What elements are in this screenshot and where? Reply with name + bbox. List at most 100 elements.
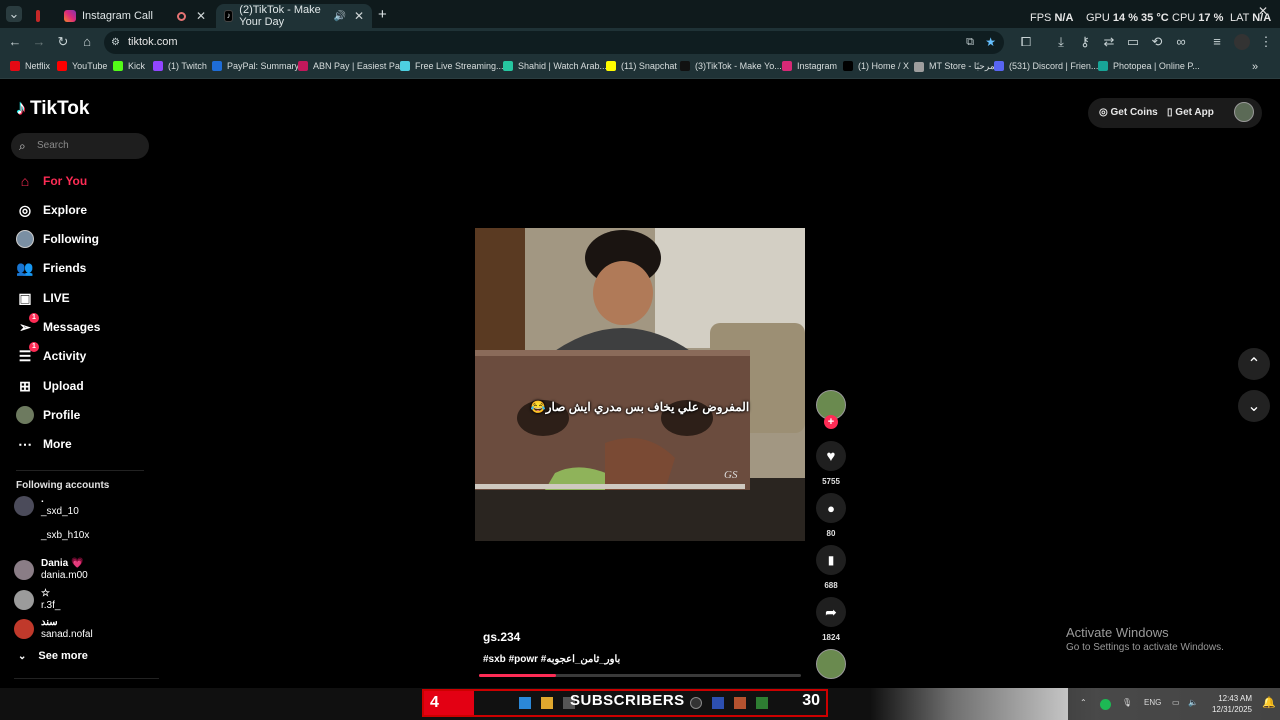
get-app-button[interactable]: ▯ Get App xyxy=(1167,107,1214,118)
bookmark-label: ABN Pay | Easiest Pa... xyxy=(313,61,408,71)
payment-card-icon[interactable]: ▭ xyxy=(1125,34,1141,50)
video-author[interactable]: gs.234 xyxy=(483,630,520,644)
bookmark-star-icon[interactable]: ★ xyxy=(985,31,996,54)
bookmark-snapchat[interactable]: (11) Snapchat xyxy=(606,61,677,71)
bookmark-paypal[interactable]: PayPal: Summary xyxy=(212,61,299,71)
following-account[interactable]: ☆ r.3f_ xyxy=(14,588,60,612)
history-icon[interactable]: ⟲ xyxy=(1149,34,1165,50)
follow-plus-icon[interactable]: + xyxy=(824,415,838,429)
nav-label: Explore xyxy=(43,203,88,217)
see-more-button[interactable]: ⌄ See more xyxy=(18,650,88,662)
nav-explore[interactable]: ◎ Explore xyxy=(16,199,87,221)
media-controls-icon[interactable]: ≡ xyxy=(1209,34,1225,50)
bookmark-youtube[interactable]: YouTube xyxy=(57,61,107,71)
sound-disc-icon[interactable] xyxy=(816,649,846,679)
tab-list-chevron-icon[interactable]: ⌄ xyxy=(6,6,22,22)
window-close-icon[interactable]: ✕ xyxy=(1258,4,1268,18)
bookmark-discord[interactable]: (531) Discord | Frien... xyxy=(994,61,1098,71)
bookmark-kick[interactable]: Kick xyxy=(113,61,145,71)
video-player[interactable]: المفروض علي يخاف بس مدري ايش صار😂 GS xyxy=(475,228,805,541)
following-account[interactable]: Dania 💗 dania.m00 xyxy=(14,558,88,582)
windows-start-icon[interactable] xyxy=(519,697,531,709)
link-icon[interactable]: ∞ xyxy=(1173,34,1189,50)
save-button[interactable]: ▮ xyxy=(816,545,846,575)
share-count: 1824 xyxy=(822,633,840,642)
bookmark-instagram[interactable]: Instagram xyxy=(782,61,837,71)
close-tab-icon[interactable]: ✕ xyxy=(354,9,364,23)
tab-tiktok[interactable]: ♪ (2)TikTok - Make Your Day 🔊 ✕ xyxy=(216,4,372,28)
steam-icon[interactable] xyxy=(690,697,702,709)
install-app-icon[interactable]: ⧉ xyxy=(966,31,974,54)
previous-video-button[interactable]: ⌃ xyxy=(1238,348,1270,380)
search-input[interactable]: ⌕ Search xyxy=(11,133,149,159)
sidebar-divider xyxy=(16,470,144,471)
bookmark-label: MT Store - مرحبًا xyxy=(929,61,995,71)
following-account[interactable]: . _sxd_10 xyxy=(14,494,79,518)
nav-friends[interactable]: 👥 Friends xyxy=(16,257,86,279)
menu-kebab-icon[interactable]: ⋮ xyxy=(1258,34,1274,50)
nav-upload[interactable]: ⊞ Upload xyxy=(16,375,84,397)
translate-icon[interactable]: ⇄ xyxy=(1101,34,1117,50)
account-display-name: ☆ xyxy=(41,588,50,599)
new-tab-button[interactable]: + xyxy=(378,6,387,23)
tab-instagram-call[interactable]: Instagram Call ✕ xyxy=(56,4,214,28)
bookmarks-bar: Netflix YouTube Kick (1) Twitch PayPal: … xyxy=(0,57,1280,79)
nav-profile[interactable]: Profile xyxy=(16,404,80,426)
site-info-icon[interactable]: ⚙ xyxy=(111,31,120,54)
xbox-icon[interactable] xyxy=(756,697,768,709)
bookmark-abn-pay[interactable]: ABN Pay | Easiest Pa... xyxy=(298,61,407,71)
reload-icon[interactable]: ↻ xyxy=(55,34,71,50)
audio-playing-icon[interactable]: 🔊 xyxy=(333,11,345,22)
back-icon[interactable]: ← xyxy=(7,34,23,50)
bookmark-photopea[interactable]: Photopea | Online P... xyxy=(1098,61,1200,71)
passwords-icon[interactable]: ⚷ xyxy=(1077,34,1093,50)
get-coins-button[interactable]: ◎ Get Coins xyxy=(1099,107,1158,118)
bookmark-free-live-streaming[interactable]: Free Live Streaming... xyxy=(400,61,504,71)
spotify-icon[interactable] xyxy=(1100,699,1111,710)
notification-bell-icon[interactable]: 🔔 xyxy=(1262,696,1276,709)
clock[interactable]: 12:43 AM 12/31/2025 xyxy=(1208,693,1252,715)
nav-live[interactable]: ▣ LIVE xyxy=(16,287,69,309)
user-avatar[interactable] xyxy=(1234,102,1254,122)
bookmark-shahid[interactable]: Shahid | Watch Arab... xyxy=(503,61,607,71)
network-icon[interactable]: ▭ xyxy=(1172,698,1180,707)
gpu-value: 14 % 35 °C xyxy=(1112,12,1169,24)
bookmark-mt-store[interactable]: MT Store - مرحبًا xyxy=(914,61,995,72)
nav-label: Activity xyxy=(43,349,87,363)
tray-overflow-icon[interactable]: ⌃ xyxy=(1080,698,1087,707)
share-button[interactable]: ➦ xyxy=(816,597,846,627)
following-account[interactable]: _sxb_h10x xyxy=(14,526,89,546)
profile-avatar-icon[interactable] xyxy=(1234,34,1250,50)
game-icon[interactable] xyxy=(734,697,746,709)
nav-for-you[interactable]: ⌂ For You xyxy=(16,170,87,192)
file-explorer-icon[interactable] xyxy=(541,697,553,709)
video-progress-bar[interactable] xyxy=(479,674,801,677)
forward-icon[interactable]: → xyxy=(31,34,47,50)
address-bar[interactable]: ⚙ tiktok.com ⧉ ★ xyxy=(104,31,1004,54)
comment-button[interactable]: ● xyxy=(816,493,846,523)
language-indicator[interactable]: ENG xyxy=(1144,698,1161,707)
following-account[interactable]: سند sanad.nofal xyxy=(14,617,93,641)
tiktok-logo[interactable]: ♪ TikTok xyxy=(16,97,89,120)
bookmark-label: Free Live Streaming... xyxy=(415,61,504,71)
discord-icon[interactable] xyxy=(712,697,724,709)
next-video-button[interactable]: ⌄ xyxy=(1238,390,1270,422)
nav-activity[interactable]: ☰ 1 Activity xyxy=(16,342,87,367)
microphone-icon[interactable]: 🎙 xyxy=(1122,698,1132,707)
close-tab-icon[interactable]: ✕ xyxy=(196,9,206,23)
bookmark-twitch[interactable]: (1) Twitch xyxy=(153,61,207,71)
like-button[interactable]: ♥ xyxy=(816,441,846,471)
bookmarks-overflow-icon[interactable]: » xyxy=(1252,61,1258,73)
phone-icon: ▯ xyxy=(1167,107,1173,118)
nav-more[interactable]: ⋯ More xyxy=(16,433,72,455)
volume-icon[interactable]: 🔈 xyxy=(1188,698,1198,707)
tab-pinned[interactable] xyxy=(28,4,54,28)
home-icon[interactable]: ⌂ xyxy=(79,34,95,50)
downloads-icon[interactable]: ⤓ xyxy=(1053,34,1069,50)
bookmark-x[interactable]: (1) Home / X xyxy=(843,61,909,71)
bookmark-tiktok[interactable]: (3)TikTok - Make Yo... xyxy=(680,61,782,71)
bookmark-netflix[interactable]: Netflix xyxy=(10,61,50,71)
nav-following[interactable]: Following xyxy=(16,228,99,250)
nav-messages[interactable]: ➢ 1 Messages xyxy=(16,313,100,338)
extensions-icon[interactable]: ⧠ xyxy=(1018,34,1034,50)
